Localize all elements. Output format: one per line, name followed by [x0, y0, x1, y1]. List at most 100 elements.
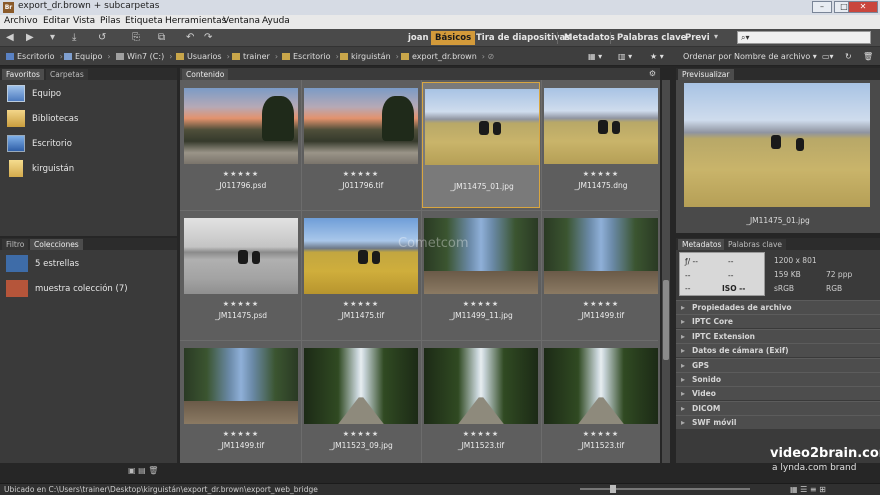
- thumbnail-image[interactable]: [424, 348, 538, 424]
- camera-download-icon[interactable]: ⤓: [72, 32, 76, 43]
- metadata-section-header[interactable]: SWF móvil: [676, 415, 880, 430]
- back-arrow-icon[interactable]: ◀: [6, 32, 14, 43]
- rating-stars[interactable]: ★★★★★: [422, 430, 540, 438]
- favorite-escritorio[interactable]: Escritorio: [0, 132, 176, 156]
- favorite-bibliotecas[interactable]: Bibliotecas: [0, 107, 176, 131]
- tab-favoritos[interactable]: Favoritos: [2, 69, 44, 80]
- content-scrollbar[interactable]: [662, 80, 670, 463]
- rating-stars[interactable]: ★★★★★: [182, 170, 300, 178]
- tab-filtro[interactable]: Filtro: [2, 239, 29, 250]
- rating-stars[interactable]: ★★★★★: [302, 300, 420, 308]
- workspace-user[interactable]: joan: [404, 31, 433, 45]
- rating-stars[interactable]: ★★★★★: [542, 300, 660, 308]
- menu-etiqueta[interactable]: Etiqueta: [125, 16, 163, 26]
- forward-arrow-icon[interactable]: ▶: [26, 32, 34, 43]
- thumbnail-cell[interactable]: ★★★★★ _JM11523_09.jpg: [302, 342, 420, 468]
- menu-ventana[interactable]: Ventana: [223, 16, 260, 26]
- thumbnail-cell[interactable]: ★★★★★ _JM11475.dng: [542, 82, 660, 208]
- delete-icon[interactable]: 🗑: [863, 52, 873, 61]
- rating-stars[interactable]: ★★★★★: [182, 430, 300, 438]
- thumbnail-cell[interactable]: ★★★★★ _JM11499_11.jpg: [422, 212, 540, 338]
- rating-stars[interactable]: ★★★★★: [542, 170, 660, 178]
- thumbnail-cell[interactable]: ★★★★★ _JM11499.tif: [542, 212, 660, 338]
- metadata-section-header[interactable]: Datos de cámara (Exif): [676, 343, 880, 358]
- thumbnail-image[interactable]: [425, 89, 539, 165]
- metadata-section-header[interactable]: IPTC Core: [676, 314, 880, 329]
- open-camera-raw-icon[interactable]: ⎘: [132, 32, 140, 43]
- tab-colecciones[interactable]: Colecciones: [30, 239, 83, 250]
- rotate-right-icon[interactable]: ↷: [204, 32, 212, 43]
- thumbnail-image[interactable]: [304, 218, 418, 294]
- breadcrumb-trainer[interactable]: trainer ›: [232, 52, 278, 61]
- menu-vista[interactable]: Vista: [73, 16, 95, 26]
- rating-stars[interactable]: ★★★★★: [302, 430, 420, 438]
- collection-tools-icon[interactable]: ▣ ▤ 🗑: [128, 466, 158, 475]
- thumbnail-cell[interactable]: ★★★★★ _JM11499.tif: [182, 342, 300, 468]
- rating-stars[interactable]: ★★★★★: [302, 170, 420, 178]
- breadcrumb-win7[interactable]: Win7 (C:) ›: [116, 52, 172, 61]
- rating-stars[interactable]: ★★★★★: [542, 430, 660, 438]
- rating-stars[interactable]: ★★★★★: [422, 300, 540, 308]
- tab-contenido[interactable]: Contenido: [182, 69, 229, 80]
- menu-editar[interactable]: Editar: [43, 16, 70, 26]
- output-icon[interactable]: ⧉: [158, 32, 165, 43]
- tab-metadatos[interactable]: Metadatos: [678, 239, 726, 250]
- close-button[interactable]: ✕: [848, 1, 878, 13]
- search-input[interactable]: ⌕▾: [737, 31, 871, 44]
- metadata-section-header[interactable]: GPS: [676, 357, 880, 372]
- rating-stars[interactable]: ★★★★★: [182, 300, 300, 308]
- recent-folder-icon[interactable]: ▾: [50, 32, 55, 43]
- thumbnail-image[interactable]: [304, 88, 418, 164]
- breadcrumb-usuarios[interactable]: Usuarios ›: [176, 52, 230, 61]
- menu-archivo[interactable]: Archivo: [4, 16, 38, 26]
- thumbnail-image[interactable]: [544, 218, 658, 294]
- tab-palabras-clave[interactable]: Palabras clave: [724, 239, 787, 250]
- preview-image[interactable]: [684, 83, 870, 207]
- sort-dropdown[interactable]: Ordenar por Nombre de archivo ▾: [683, 52, 817, 61]
- thumbnail-image[interactable]: [184, 218, 298, 294]
- thumbnail-cell[interactable]: _JM11475_01.jpg: [422, 82, 540, 208]
- thumbnail-cell[interactable]: ★★★★★ _JM11523.tif: [422, 342, 540, 468]
- content-scrollbar-thumb[interactable]: [663, 280, 669, 360]
- breadcrumb-equipo[interactable]: Equipo ›: [64, 52, 111, 61]
- tab-previsualizar[interactable]: Previsualizar: [678, 69, 734, 80]
- view-options-icon[interactable]: ▥ ▾: [618, 52, 632, 61]
- thumbnail-cell[interactable]: ★★★★★ _JM11475.tif: [302, 212, 420, 338]
- panel-menu-icon[interactable]: ⚙: [649, 69, 656, 78]
- thumbnail-image[interactable]: [304, 348, 418, 424]
- refine-boomerang-icon[interactable]: ↺: [98, 32, 106, 43]
- breadcrumb-escritorio[interactable]: Escritorio ›: [6, 52, 63, 61]
- metadata-section-header[interactable]: Video: [676, 386, 880, 401]
- metadata-section-header[interactable]: Sonido: [676, 372, 880, 386]
- workspace-basicos[interactable]: Básicos: [431, 31, 476, 45]
- new-folder-icon[interactable]: ▭▾: [822, 52, 834, 61]
- workspace-tira-diapositivas[interactable]: Tira de diapositivas: [472, 31, 574, 45]
- collection-muestra[interactable]: muestra colección (7): [0, 277, 176, 301]
- favorite-kirguistan[interactable]: kirguistán: [0, 157, 176, 181]
- thumbnail-image[interactable]: [544, 88, 658, 164]
- menu-herramientas[interactable]: Herramientas: [165, 16, 226, 26]
- thumbnail-image[interactable]: [544, 348, 658, 424]
- thumbnail-cell[interactable]: ★★★★★ _J011796.tif: [302, 82, 420, 208]
- breadcrumb-kirguistan[interactable]: kirguistán ›: [340, 52, 399, 61]
- menu-pilas[interactable]: Pilas: [100, 16, 120, 26]
- rating-filter-icon[interactable]: ★ ▾: [650, 52, 664, 61]
- menu-ayuda[interactable]: Ayuda: [262, 16, 290, 26]
- metadata-section-header[interactable]: DICOM: [676, 400, 880, 415]
- favorite-equipo[interactable]: Equipo: [0, 82, 176, 106]
- thumbnail-image[interactable]: [184, 348, 298, 424]
- breadcrumb-escritorio-2[interactable]: Escritorio ›: [282, 52, 339, 61]
- breadcrumb-export-dr-brown[interactable]: export_dr.brown › ⊘: [401, 52, 494, 61]
- minimize-button[interactable]: –: [812, 1, 832, 13]
- rotate-icon[interactable]: ↻: [845, 52, 852, 61]
- workspace-palabras-clave[interactable]: Palabras clave: [613, 31, 690, 45]
- thumbnail-size-slider-handle[interactable]: [610, 485, 616, 493]
- thumbnail-size-slider[interactable]: [580, 485, 750, 493]
- rotate-left-icon[interactable]: ↶: [186, 32, 194, 43]
- thumbnail-cell[interactable]: ★★★★★ _JM11523.tif: [542, 342, 660, 468]
- thumbnail-cell[interactable]: ★★★★★ _J011796.psd: [182, 82, 300, 208]
- thumbnail-image[interactable]: [424, 218, 538, 294]
- view-quality-icon[interactable]: ▦ ▾: [588, 52, 602, 61]
- collection-5-estrellas[interactable]: 5 estrellas: [0, 252, 176, 276]
- workspace-dropdown-icon[interactable]: ▾: [714, 32, 718, 41]
